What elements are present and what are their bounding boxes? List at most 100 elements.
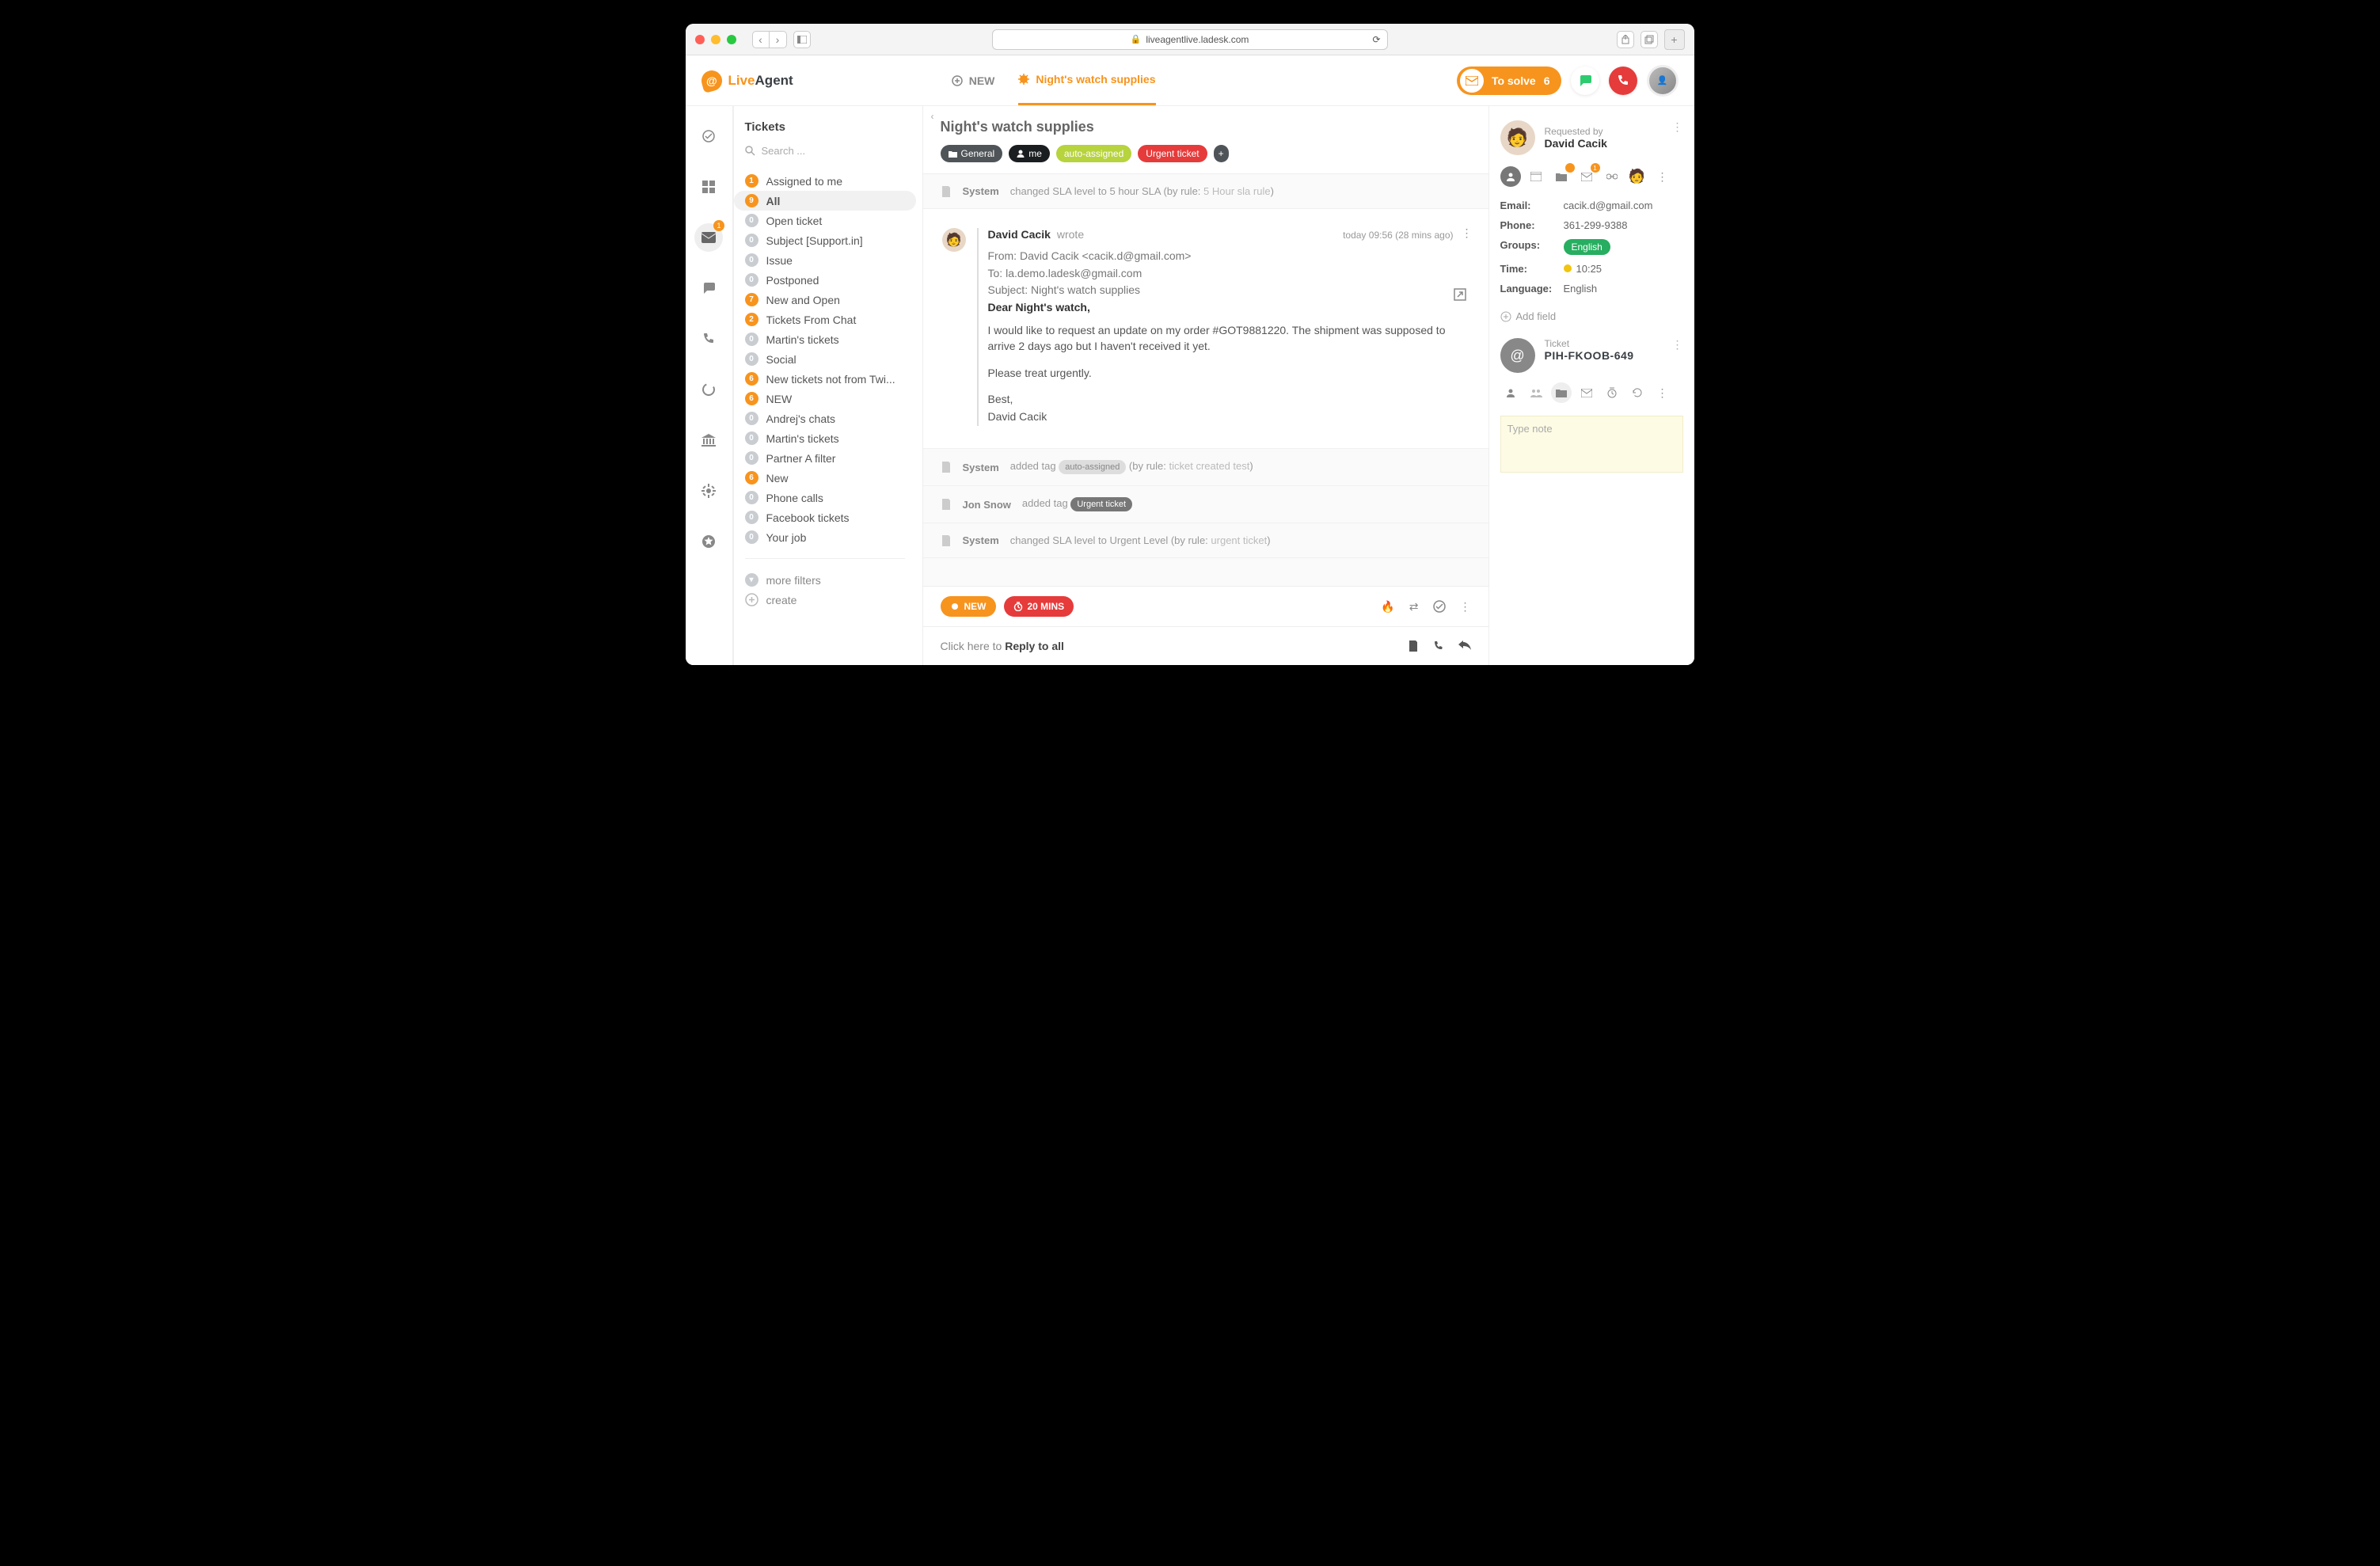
nav-forward-button[interactable]: ›: [770, 31, 787, 48]
filter-row[interactable]: 0Partner A filter: [734, 448, 916, 468]
filter-count: 6: [745, 471, 758, 485]
ticket-main: ‹ Night's watch supplies General me auto…: [923, 106, 1488, 665]
nav-back-forward: ‹ ›: [752, 31, 787, 48]
new-tab-button[interactable]: +: [1664, 29, 1685, 50]
nav-back-button[interactable]: ‹: [752, 31, 770, 48]
filter-row[interactable]: 0Postponed: [734, 270, 916, 290]
ticket-tools-more-button[interactable]: ⋮: [1652, 382, 1673, 403]
minimize-window-icon[interactable]: [711, 35, 720, 44]
filter-row[interactable]: 2Tickets From Chat: [734, 310, 916, 329]
agent-avatar-icon[interactable]: 🧑: [1627, 166, 1648, 187]
add-chip-button[interactable]: +: [1214, 145, 1229, 162]
maximize-window-icon[interactable]: [727, 35, 736, 44]
filter-row[interactable]: 9All: [734, 191, 916, 211]
filter-row[interactable]: 6New: [734, 468, 916, 488]
ticket-more-button[interactable]: ⋮: [1672, 338, 1683, 352]
assignee-chip[interactable]: me: [1009, 145, 1050, 162]
requester-more-button[interactable]: ⋮: [1672, 120, 1683, 134]
filter-row[interactable]: 0Andrej's chats: [734, 409, 916, 428]
filter-row[interactable]: 0Social: [734, 349, 916, 369]
filter-label: Issue: [766, 254, 905, 267]
rail-dashboard-icon[interactable]: [694, 173, 723, 201]
note-icon: [941, 186, 952, 197]
mail-icon[interactable]: 1: [1576, 166, 1597, 187]
filter-label: Tickets From Chat: [766, 314, 905, 326]
address-bar[interactable]: 🔒 liveagentlive.ladesk.com ⟳: [992, 29, 1388, 50]
urgent-chip[interactable]: Urgent ticket: [1138, 145, 1207, 162]
tabs-button[interactable]: [1641, 31, 1658, 48]
close-window-icon[interactable]: [695, 35, 705, 44]
auto-chip[interactable]: auto-assigned: [1056, 145, 1131, 162]
tab-active-ticket[interactable]: Night's watch supplies: [1018, 55, 1155, 105]
fire-icon[interactable]: 🔥: [1381, 600, 1394, 614]
transfer-icon[interactable]: ⇄: [1409, 600, 1419, 614]
filter-row[interactable]: 0Your job: [734, 527, 916, 547]
person-icon[interactable]: [1500, 382, 1521, 403]
phone-button[interactable]: [1609, 67, 1637, 95]
more-actions-button[interactable]: ⋮: [1460, 600, 1471, 614]
system-event-row: System changed SLA level to 5 hour SLA (…: [923, 174, 1488, 209]
folder-icon[interactable]: [1551, 382, 1572, 403]
filter-row[interactable]: 0Martin's tickets: [734, 329, 916, 349]
status-timer-pill[interactable]: 20 MINS: [1004, 596, 1074, 617]
to-solve-button[interactable]: To solve 6: [1457, 67, 1561, 95]
phone-icon[interactable]: [1433, 640, 1444, 652]
status-new-pill[interactable]: NEW: [941, 596, 996, 617]
filter-row[interactable]: 0Martin's tickets: [734, 428, 916, 448]
resolve-icon[interactable]: [1433, 600, 1446, 614]
attach-icon[interactable]: [1408, 640, 1419, 652]
window-icon[interactable]: [1526, 166, 1546, 187]
rail-bank-icon[interactable]: [694, 426, 723, 454]
rail-spinner-icon[interactable]: [694, 375, 723, 404]
filter-row[interactable]: 0Phone calls: [734, 488, 916, 507]
chat-button[interactable]: [1571, 67, 1599, 95]
contact-more-button[interactable]: ⋮: [1652, 166, 1673, 187]
people-icon[interactable]: [1526, 382, 1546, 403]
filter-row[interactable]: 1Assigned to me: [734, 171, 916, 191]
filter-row[interactable]: 7New and Open: [734, 290, 916, 310]
add-field-button[interactable]: Add field: [1500, 310, 1683, 322]
reload-icon[interactable]: ⟳: [1372, 34, 1380, 45]
reply-icon[interactable]: [1458, 640, 1471, 652]
reply-row[interactable]: Click here to Reply to all: [923, 626, 1488, 665]
open-external-icon[interactable]: [1454, 288, 1466, 301]
filter-label: Facebook tickets: [766, 511, 905, 524]
link-icon[interactable]: [1602, 166, 1622, 187]
folder-icon[interactable]: [1551, 166, 1572, 187]
logo[interactable]: LiveAgent: [701, 70, 793, 91]
person-icon[interactable]: [1500, 166, 1521, 187]
user-avatar[interactable]: 👤: [1647, 65, 1679, 97]
filter-row[interactable]: 0Subject [Support.in]: [734, 230, 916, 250]
at-icon: @: [1500, 338, 1535, 373]
share-button[interactable]: [1617, 31, 1634, 48]
mail-icon[interactable]: [1576, 382, 1597, 403]
tab-new[interactable]: NEW: [952, 55, 995, 105]
filter-row[interactable]: 6New tickets not from Twi...: [734, 369, 916, 389]
filter-label: Open ticket: [766, 215, 905, 227]
note-icon: [941, 535, 952, 546]
sidebar-toggle-button[interactable]: [793, 31, 811, 48]
message-time: today 09:56 (28 mins ago): [1343, 230, 1453, 241]
filter-row[interactable]: 0Issue: [734, 250, 916, 270]
filter-row[interactable]: 0Open ticket: [734, 211, 916, 230]
rail-gear-icon[interactable]: [694, 477, 723, 505]
rail-chat-icon[interactable]: [694, 274, 723, 302]
more-filters-button[interactable]: ▾ more filters: [734, 570, 916, 590]
filter-label: Phone calls: [766, 492, 905, 504]
rail-star-icon[interactable]: [694, 527, 723, 556]
chevron-down-icon: ▾: [745, 573, 758, 587]
alarm-icon[interactable]: [1602, 382, 1622, 403]
create-filter-button[interactable]: create: [734, 590, 916, 610]
requester-avatar[interactable]: 🧑: [1500, 120, 1535, 155]
rail-phone-icon[interactable]: [694, 325, 723, 353]
rail-check-icon[interactable]: [694, 122, 723, 150]
note-input[interactable]: Type note: [1500, 416, 1683, 473]
message-more-button[interactable]: ⋮: [1462, 226, 1473, 240]
back-button[interactable]: ‹: [931, 111, 934, 122]
filter-row[interactable]: 0Facebook tickets: [734, 507, 916, 527]
filter-row[interactable]: 6NEW: [734, 389, 916, 409]
search-input[interactable]: Search ...: [734, 142, 916, 160]
rail-mail-icon[interactable]: 1: [694, 223, 723, 252]
folder-chip[interactable]: General: [941, 145, 1003, 162]
history-icon[interactable]: [1627, 382, 1648, 403]
